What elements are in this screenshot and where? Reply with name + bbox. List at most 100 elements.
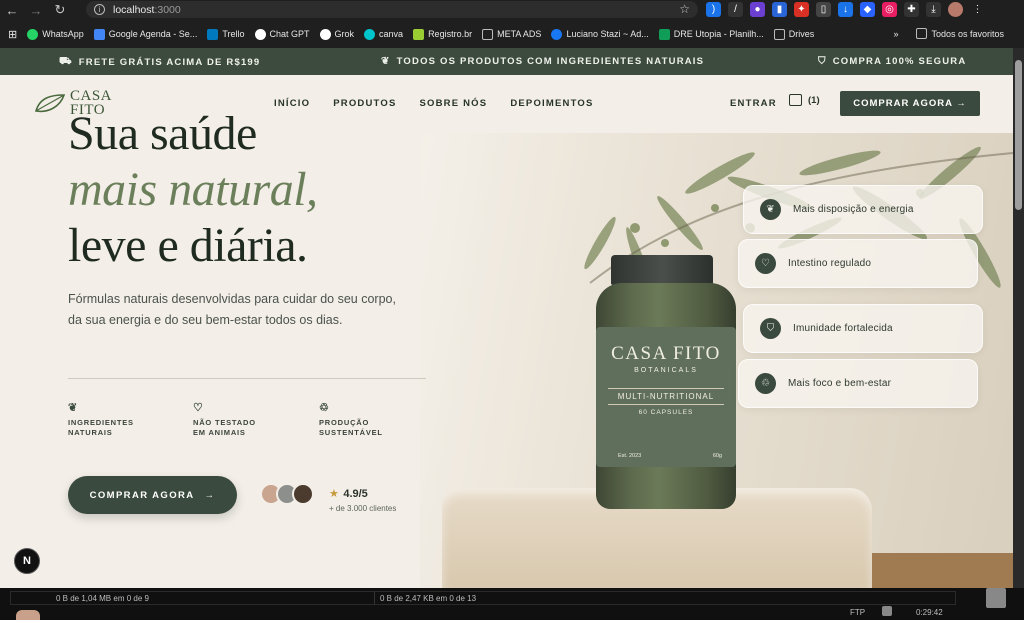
bookmark-google-agenda[interactable]: Google Agenda - Se... bbox=[93, 28, 197, 40]
transfer-status-left: 0 B de 1,04 MB em 0 de 9 bbox=[56, 594, 149, 603]
bookmarks-right: » Todos os favoritos bbox=[893, 28, 1014, 39]
benefit-card-energy: ❦ Mais disposição e energia bbox=[743, 185, 983, 234]
trello-icon bbox=[207, 28, 219, 40]
leaf-logo-icon bbox=[34, 94, 66, 113]
leaf-icon: ❦ bbox=[381, 56, 391, 67]
customer-avatars bbox=[260, 483, 314, 505]
nav-sobre-nos[interactable]: SOBRE NÓS bbox=[420, 98, 488, 109]
transfer-status-right: 0 B de 2,47 KB em 0 de 13 bbox=[380, 594, 477, 603]
extension-icon[interactable]: ● bbox=[750, 2, 765, 17]
extension-icon[interactable]: ▯ bbox=[816, 2, 831, 17]
url-host: localhost bbox=[113, 3, 155, 16]
extension-icon[interactable]: ) bbox=[706, 2, 721, 17]
product-brand: CASA FITO bbox=[611, 343, 721, 364]
hero-buy-button[interactable]: COMPRAR AGORA → bbox=[68, 476, 237, 514]
nav-produtos[interactable]: PRODUTOS bbox=[333, 98, 396, 109]
cart-count: (1) bbox=[808, 94, 820, 106]
benefit-card-immunity: ⛉ Imunidade fortalecida bbox=[743, 304, 983, 353]
status-frame bbox=[10, 591, 956, 605]
main-nav: INÍCIO PRODUTOS SOBRE NÓS DEPOIMENTOS bbox=[274, 98, 594, 109]
product-est: Est. 2023 bbox=[618, 453, 642, 459]
bookmark-luciano[interactable]: Luciano Stazi ~ Ad... bbox=[551, 28, 649, 40]
feature-cruelty-free: ♡ NÃO TESTADO EM ANIMAIS bbox=[193, 402, 256, 438]
scroll-thumb[interactable] bbox=[1015, 60, 1022, 210]
product-sub: BOTANICALS bbox=[634, 367, 698, 374]
folder-icon bbox=[916, 28, 928, 39]
bookmark-trello[interactable]: Trello bbox=[207, 28, 245, 40]
promo-shipping: ⛟ FRETE GRÁTIS ACIMA DE R$199 bbox=[59, 56, 261, 68]
extension-icon[interactable]: ◎ bbox=[882, 2, 897, 17]
apps-icon[interactable]: ⊞ bbox=[8, 28, 17, 41]
forward-icon[interactable]: → bbox=[24, 1, 48, 19]
bookmark-chatgpt[interactable]: Chat GPT bbox=[254, 28, 310, 40]
whatsapp-icon bbox=[27, 28, 39, 40]
star-icon: ★ bbox=[329, 488, 339, 500]
nav-inicio[interactable]: INÍCIO bbox=[274, 98, 310, 109]
leaf-icon: ❦ bbox=[760, 199, 781, 220]
heart-icon: ♡ bbox=[193, 402, 204, 414]
nextjs-dev-badge[interactable]: N bbox=[14, 548, 40, 574]
canva-icon bbox=[364, 28, 376, 40]
bookmark-registro[interactable]: Registro.br bbox=[413, 28, 472, 40]
puzzle-icon[interactable]: ✚ bbox=[904, 2, 919, 17]
download-icon[interactable]: ↓ bbox=[838, 2, 853, 17]
product-name: MULTI-NUTRITIONAL bbox=[608, 388, 724, 405]
bookmark-meta-ads[interactable]: META ADS bbox=[482, 28, 541, 40]
back-icon[interactable]: ← bbox=[0, 1, 24, 19]
grok-icon bbox=[319, 28, 331, 40]
extension-icon[interactable]: ◆ bbox=[860, 2, 875, 17]
feature-natural: ❦ INGREDIENTES NATURAIS bbox=[68, 402, 134, 438]
hero-title-line1: Sua saúde bbox=[68, 107, 257, 160]
leaf-icon: ❦ bbox=[68, 402, 79, 414]
shield-icon: ⛉ bbox=[818, 56, 827, 67]
extension-icon[interactable]: ✦ bbox=[794, 2, 809, 17]
product-bottle: CASA FITO BOTANICALS MULTI-NUTRITIONAL 6… bbox=[594, 255, 742, 511]
rating-value: 4.9/5 bbox=[343, 488, 368, 500]
hero-title-line3: leve e diária. bbox=[68, 219, 308, 272]
profile-avatar[interactable] bbox=[948, 2, 963, 17]
registro-icon bbox=[413, 28, 425, 40]
taskbar-icon[interactable] bbox=[986, 588, 1006, 608]
lock-icon bbox=[882, 606, 892, 616]
login-link[interactable]: ENTRAR bbox=[730, 98, 777, 109]
feature-sustainable: ♲ PRODUÇÃO SUSTENTÁVEL bbox=[319, 402, 383, 438]
calendar-icon bbox=[93, 28, 105, 40]
product-count: 60 CAPSULES bbox=[638, 409, 694, 416]
hero-divider bbox=[68, 378, 426, 379]
bottle-cap bbox=[611, 255, 713, 285]
bookmark-star-icon[interactable]: ☆ bbox=[679, 2, 690, 16]
extension-icon[interactable]: ▮ bbox=[772, 2, 787, 17]
status-bar: 0 B de 1,04 MB em 0 de 9 0 B de 2,47 KB … bbox=[0, 588, 1024, 620]
site-info-icon[interactable]: i bbox=[94, 4, 105, 15]
bookmark-dre-utopia[interactable]: DRE Utopia - Planilh... bbox=[658, 28, 764, 40]
recycle-icon: ♲ bbox=[755, 373, 776, 394]
meta-icon bbox=[551, 28, 563, 40]
web-page: ⛟ FRETE GRÁTIS ACIMA DE R$199 ❦ TODOS OS P… bbox=[0, 48, 1013, 588]
sheets-icon bbox=[658, 28, 670, 40]
folder-icon bbox=[773, 28, 785, 40]
all-favorites[interactable]: Todos os favoritos bbox=[916, 28, 1004, 39]
promo-natural: ❦ TODOS OS PRODUTOS COM INGREDIENTES NATU… bbox=[381, 56, 705, 67]
extension-icons: ) / ● ▮ ✦ ▯ ↓ ◆ ◎ ✚ ⤓ ⋮ bbox=[706, 2, 985, 17]
bookmark-canva[interactable]: canva bbox=[364, 28, 403, 40]
bookmark-grok[interactable]: Grok bbox=[319, 28, 354, 40]
truck-icon: ⛟ bbox=[59, 56, 73, 67]
eyedropper-icon[interactable]: / bbox=[728, 2, 743, 17]
reload-icon[interactable]: ↻ bbox=[48, 1, 72, 19]
menu-icon[interactable]: ⋮ bbox=[970, 2, 985, 17]
cart-button[interactable]: (1) bbox=[789, 94, 820, 106]
bookmark-drives[interactable]: Drives bbox=[773, 28, 814, 40]
downloads-icon[interactable]: ⤓ bbox=[926, 2, 941, 17]
address-bar[interactable]: i localhost:3000 ☆ bbox=[86, 1, 698, 18]
nav-depoimentos[interactable]: DEPOIMENTOS bbox=[510, 98, 593, 109]
taskbar-app-icon[interactable] bbox=[16, 610, 40, 620]
page-scrollbar[interactable] bbox=[1013, 48, 1024, 588]
hero-description: Fórmulas naturais desenvolvidas para cui… bbox=[68, 292, 396, 327]
more-bookmarks-icon[interactable]: » bbox=[893, 29, 898, 39]
clock: 0:29:42 bbox=[916, 608, 943, 617]
header-buy-button[interactable]: COMPRAR AGORA → bbox=[840, 91, 980, 116]
bookmarks-bar: ⊞ WhatsApp Google Agenda - Se... Trello … bbox=[0, 23, 1024, 45]
bookmark-whatsapp[interactable]: WhatsApp bbox=[27, 28, 84, 40]
rating: ★ 4.9/5 + de 3.000 clientes bbox=[329, 484, 396, 513]
url-port: :3000 bbox=[154, 3, 181, 16]
